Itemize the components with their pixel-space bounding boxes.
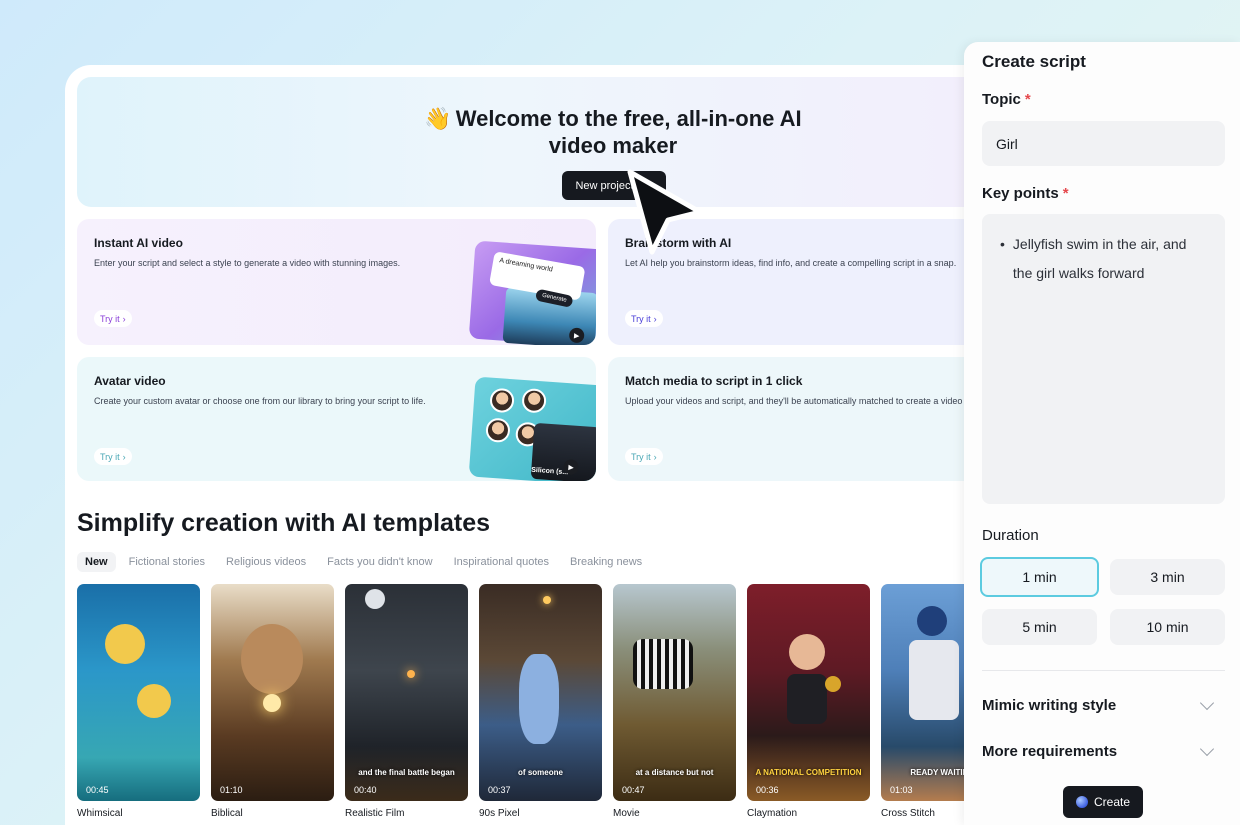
- duration-1-min[interactable]: 1 min: [980, 557, 1099, 597]
- key-point-item: • Jellyfish swim in the air, and the gir…: [1000, 230, 1209, 288]
- template-thumbnail: at a distance but not 00:47: [613, 584, 736, 801]
- template-card-movie[interactable]: at a distance but not 00:47 Movie: [613, 584, 736, 819]
- card-title: Instant AI video: [94, 236, 183, 250]
- filter-fictional-stories[interactable]: Fictional stories: [121, 552, 213, 572]
- duration-label: 01:03: [890, 785, 913, 795]
- topic-input[interactable]: Girl: [982, 121, 1225, 166]
- duration-10-min[interactable]: 10 min: [1110, 609, 1225, 645]
- avatar-illustration: ▶ Silicon (s...: [468, 376, 596, 481]
- try-it-button[interactable]: Try it ›: [625, 448, 663, 465]
- create-button[interactable]: Create: [1063, 786, 1143, 818]
- card-description: Upload your videos and script, and they'…: [625, 396, 963, 406]
- ai-orb-icon: [1075, 796, 1088, 808]
- duration-label: 00:37: [488, 785, 511, 795]
- template-label: Whimsical: [77, 808, 123, 819]
- template-card-realistic-film[interactable]: and the final battle began 00:40 Realist…: [345, 584, 468, 819]
- video-subtitle: at a distance but not: [635, 768, 714, 777]
- panel-title: Create script: [982, 52, 1086, 71]
- create-script-panel: Create script Topic * Girl Key points * • …: [964, 42, 1240, 825]
- chevron-down-icon: [1199, 741, 1215, 757]
- video-subtitle: of someone: [518, 768, 563, 777]
- mimic-writing-style-toggle[interactable]: Mimic writing style: [982, 695, 1215, 714]
- card-title: Match media to script in 1 click: [625, 374, 803, 388]
- chevron-right-icon: ›: [653, 313, 657, 324]
- templates-section-title: Simplify creation with AI templates: [77, 509, 491, 537]
- chevron-right-icon: ›: [122, 313, 126, 324]
- template-label: Biblical: [211, 808, 243, 819]
- card-title: Avatar video: [94, 374, 166, 388]
- template-filter-tabs: New Fictional stories Religious videos F…: [77, 552, 655, 572]
- filter-breaking-news[interactable]: Breaking news: [562, 552, 650, 572]
- main-panel: 👋 Welcome to the free, all-in-one AI vide…: [65, 65, 1025, 825]
- duration-5-min[interactable]: 5 min: [982, 609, 1097, 645]
- key-points-textarea[interactable]: • Jellyfish swim in the air, and the gir…: [982, 214, 1225, 504]
- duration-3-min[interactable]: 3 min: [1110, 559, 1225, 595]
- card-avatar-video[interactable]: Avatar video Create your custom avatar o…: [77, 357, 596, 481]
- mouse-pointer-icon: [627, 169, 703, 255]
- filter-new[interactable]: New: [77, 552, 116, 572]
- card-description: Create your custom avatar or choose one …: [94, 396, 426, 406]
- more-requirements-toggle[interactable]: More requirements: [982, 741, 1215, 760]
- template-label: Movie: [613, 808, 640, 819]
- try-it-button[interactable]: Try it ›: [94, 448, 132, 465]
- template-thumbnail: 00:45: [77, 584, 200, 801]
- try-it-button[interactable]: Try it ›: [94, 310, 132, 327]
- template-label: Claymation: [747, 808, 798, 819]
- template-card-claymation[interactable]: A NATIONAL COMPETITION 00:36 Claymation: [747, 584, 870, 819]
- template-label: 90s Pixel: [479, 808, 520, 819]
- template-thumbnail: 01:10: [211, 584, 334, 801]
- template-label: Realistic Film: [345, 808, 405, 819]
- avatar-face: [485, 417, 511, 444]
- topic-label: Topic *: [982, 91, 1031, 108]
- filter-religious-videos[interactable]: Religious videos: [218, 552, 314, 572]
- duration-label: 01:10: [220, 785, 243, 795]
- duration-label: 00:40: [354, 785, 377, 795]
- avatar-face: [521, 387, 547, 414]
- instant-ai-illustration: A dreaming world Generate ▶: [468, 240, 596, 345]
- video-subtitle: and the final battle began: [358, 768, 455, 777]
- key-points-label: Key points *: [982, 185, 1069, 202]
- avatar-face: [489, 387, 515, 414]
- bullet-icon: •: [1000, 236, 1005, 252]
- divider: [982, 670, 1225, 671]
- card-match-media[interactable]: Match media to script in 1 click Upload …: [608, 357, 1025, 481]
- hero-banner: 👋 Welcome to the free, all-in-one AI vide…: [77, 77, 1017, 207]
- chevron-right-icon: ›: [653, 451, 657, 462]
- template-card-90s-pixel[interactable]: of someone 00:37 90s Pixel: [479, 584, 602, 819]
- template-thumbnail: A NATIONAL COMPETITION 00:36: [747, 584, 870, 801]
- duration-label: Duration: [982, 527, 1039, 544]
- template-card-whimsical[interactable]: 00:45 Whimsical: [77, 584, 200, 819]
- duration-label: 00:36: [756, 785, 779, 795]
- filter-facts[interactable]: Facts you didn't know: [319, 552, 440, 572]
- duration-label: 00:47: [622, 785, 645, 795]
- try-it-button[interactable]: Try it ›: [625, 310, 663, 327]
- required-mark: *: [1024, 91, 1031, 108]
- wave-icon: 👋: [424, 106, 452, 131]
- required-mark: *: [1062, 185, 1069, 202]
- card-description: Enter your script and select a style to …: [94, 258, 401, 268]
- duration-label: 00:45: [86, 785, 109, 795]
- template-thumbnail: and the final battle began 00:40: [345, 584, 468, 801]
- template-card-biblical[interactable]: 01:10 Biblical: [211, 584, 334, 819]
- chevron-right-icon: ›: [122, 451, 126, 462]
- video-subtitle: A NATIONAL COMPETITION: [755, 768, 862, 777]
- hero-title: 👋 Welcome to the free, all-in-one AI vide…: [424, 106, 802, 158]
- filter-inspirational-quotes[interactable]: Inspirational quotes: [446, 552, 557, 572]
- card-instant-ai-video[interactable]: Instant AI video Enter your script and s…: [77, 219, 596, 345]
- template-thumbnail: of someone 00:37: [479, 584, 602, 801]
- chevron-down-icon: [1199, 695, 1215, 711]
